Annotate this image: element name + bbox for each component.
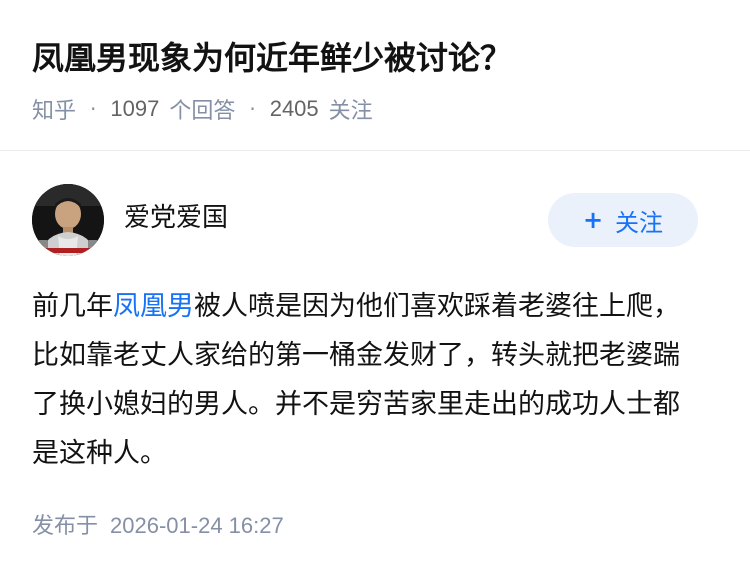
divider: [0, 150, 750, 151]
topic-link[interactable]: 凤凰男: [113, 291, 194, 322]
answer-text-prefix: 前几年: [32, 291, 113, 322]
follow-button[interactable]: + 关注: [548, 193, 698, 247]
followers-count: 2405: [269, 96, 319, 121]
answer-content: 前几年凤凰男被人喷是因为他们喜欢踩着老婆往上爬，比如靠老丈人家给的第一桶金发财了…: [32, 282, 696, 478]
answers-count: 1097: [110, 96, 160, 121]
question-meta: 知乎 · 1097 个回答 · 2405 关注: [32, 92, 373, 126]
plus-icon: +: [582, 206, 604, 234]
answers-label[interactable]: 个回答: [169, 93, 235, 125]
author-name[interactable]: 爱党爱国: [124, 200, 228, 236]
avatar[interactable]: [32, 184, 104, 256]
source-label[interactable]: 知乎: [32, 93, 76, 125]
publish-time: 2026-01-24 16:27: [110, 513, 284, 538]
publish-info: 发布于 2026-01-24 16:27: [32, 508, 284, 540]
avatar-photo-icon: [32, 184, 104, 256]
publish-label: 发布于: [32, 514, 99, 539]
follow-button-label: 关注: [615, 208, 664, 237]
followers-label: 关注: [328, 99, 373, 124]
meta-separator: ·: [90, 97, 97, 121]
answer-page: 凤凰男现象为何近年鲜少被讨论？ 知乎 · 1097 个回答 · 2405 关注 …: [0, 0, 750, 578]
meta-separator: ·: [249, 97, 256, 121]
question-title[interactable]: 凤凰男现象为何近年鲜少被讨论？: [32, 34, 512, 82]
